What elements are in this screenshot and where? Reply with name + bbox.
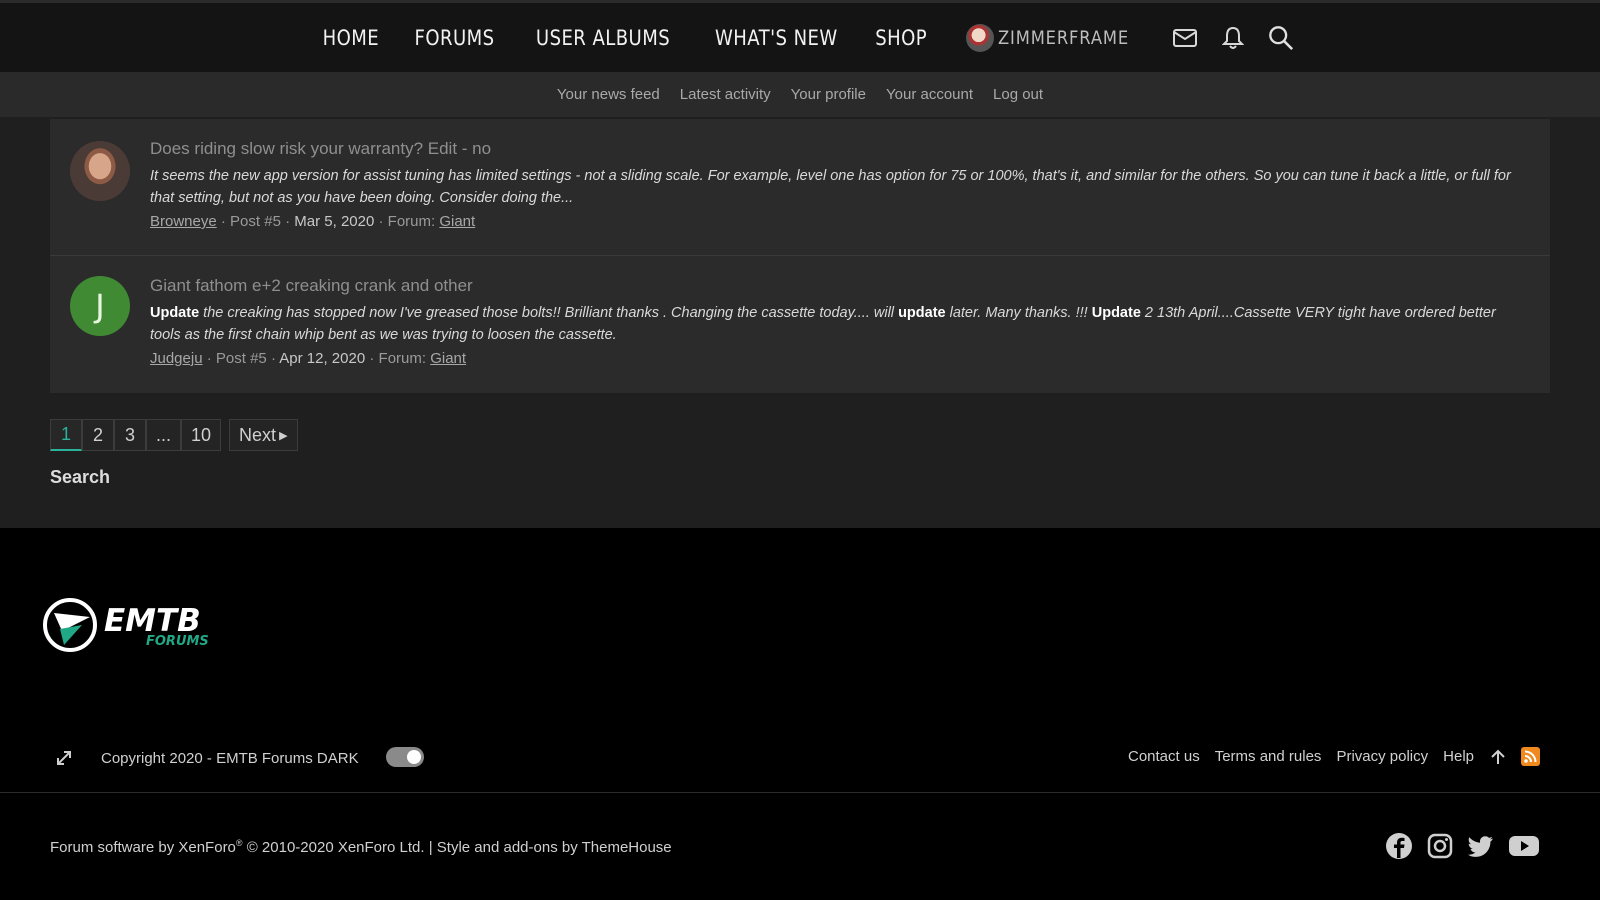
result-forum-link[interactable]: Giant (430, 350, 466, 367)
subnav-log-out[interactable]: Log out (993, 86, 1043, 103)
page-3-button[interactable]: 3 (114, 419, 146, 451)
nav-shop[interactable]: SHOP (876, 26, 928, 50)
search-icon[interactable] (1268, 25, 1294, 51)
page-2-button[interactable]: 2 (82, 419, 114, 451)
result-item: J Giant fathom e+2 creaking crank and ot… (50, 256, 1550, 393)
meta-separator: · (369, 350, 379, 367)
result-meta: Browneye · Post #5 · Mar 5, 2020 · Forum… (150, 213, 1520, 230)
highlight-term: Update (1091, 305, 1141, 321)
next-page-button[interactable]: Next ▶ (229, 419, 298, 451)
registered-mark: ® (235, 838, 243, 848)
pagination: 1 2 3 ... 10 Next ▶ (50, 419, 298, 451)
themehouse-credit[interactable]: © 2010-2020 XenForo Ltd. | Style and add… (243, 839, 672, 856)
result-date: Apr 12, 2020 (279, 350, 366, 367)
subnav-profile[interactable]: Your profile (791, 86, 866, 103)
result-post-number: Post #5 (230, 213, 281, 230)
subnav-latest-activity[interactable]: Latest activity (680, 86, 771, 103)
result-snippet[interactable]: Update the creaking has stopped now I've… (150, 302, 1520, 346)
meta-separator: · (285, 213, 295, 230)
page-jump-button[interactable]: ... (146, 419, 182, 451)
page-10-button[interactable]: 10 (181, 419, 222, 451)
main-nav: HOME FORUMS USER ALBUMS WHAT'S NEW SHOP … (0, 3, 1600, 72)
search-heading[interactable]: Search (50, 467, 110, 488)
result-forum-link[interactable]: Giant (439, 213, 475, 230)
main-content: Does riding slow risk your warranty? Edi… (0, 117, 1600, 528)
user-name: ZIMMERFRAME (997, 26, 1129, 49)
bell-icon[interactable] (1220, 25, 1246, 51)
footer-divider (0, 792, 1600, 793)
footer-bar: Copyright 2020 - EMTB Forums DARK Contac… (0, 742, 1600, 778)
help-link[interactable]: Help (1443, 748, 1474, 765)
snippet-text: later. Many thanks. !!! (945, 305, 1092, 321)
browneye-avatar[interactable] (70, 141, 130, 201)
next-label: Next (239, 424, 277, 445)
footer-links: Contact us Terms and rules Privacy polic… (1113, 747, 1540, 766)
nav-home[interactable]: HOME (323, 26, 380, 50)
result-date: Mar 5, 2020 (294, 213, 375, 230)
meta-separator: · (220, 213, 231, 230)
nav-user-albums[interactable]: USER ALBUMS (536, 26, 670, 50)
user-avatar (965, 23, 994, 52)
result-author[interactable]: Browneye (150, 213, 217, 230)
meta-separator: · (378, 213, 388, 230)
contact-us-link[interactable]: Contact us (1128, 748, 1200, 765)
judgeju-avatar[interactable]: J (70, 276, 130, 336)
highlight-term: Update (150, 305, 200, 321)
top-bar: HOME FORUMS USER ALBUMS WHAT'S NEW SHOP … (0, 0, 1600, 72)
result-item: Does riding slow risk your warranty? Edi… (50, 119, 1550, 256)
xenforo-credit[interactable]: Forum software by XenForo (50, 839, 236, 856)
result-title[interactable]: Giant fathom e+2 creaking crank and othe… (150, 276, 1520, 296)
svg-text:FORUMS: FORUMS (146, 634, 209, 649)
facebook-icon[interactable] (1385, 832, 1413, 860)
result-post-number: Post #5 (215, 350, 267, 367)
software-credit: Forum software by XenForo® © 2010-2020 X… (50, 838, 672, 856)
nav-whats-new[interactable]: WHAT'S NEW (715, 26, 838, 50)
instagram-icon[interactable] (1426, 832, 1454, 860)
youtube-icon[interactable] (1508, 832, 1540, 860)
privacy-link[interactable]: Privacy policy (1336, 748, 1428, 765)
result-body: Giant fathom e+2 creaking crank and othe… (150, 276, 1520, 367)
nav-forums[interactable]: FORUMS (414, 26, 494, 50)
user-menu[interactable]: ZIMMERFRAME (965, 23, 1150, 52)
social-links (1372, 832, 1540, 860)
highlight-term: update (898, 305, 946, 321)
result-snippet[interactable]: It seems the new app version for assist … (150, 165, 1520, 209)
expand-icon[interactable] (54, 748, 74, 768)
dark-mode-toggle[interactable] (386, 747, 424, 767)
result-body: Does riding slow risk your warranty? Edi… (150, 139, 1520, 230)
snippet-text: the creaking has stopped now I've grease… (199, 305, 899, 321)
arrow-up-icon[interactable] (1489, 748, 1507, 766)
result-title[interactable]: Does riding slow risk your warranty? Edi… (150, 139, 1520, 159)
subnav-news-feed[interactable]: Your news feed (557, 86, 660, 103)
account-subnav: Your news feed Latest activity Your prof… (0, 72, 1600, 117)
emtb-logo[interactable]: EMTB FORUMS (42, 595, 232, 655)
page-1-button[interactable]: 1 (50, 419, 82, 451)
terms-link[interactable]: Terms and rules (1215, 748, 1322, 765)
result-meta: Judgeju · Post #5 · Apr 12, 2020 · Forum… (150, 350, 1520, 367)
result-forum-label: Forum: (378, 350, 427, 367)
result-forum-label: Forum: (387, 213, 436, 230)
result-author[interactable]: Judgeju (150, 350, 203, 367)
caret-right-icon: ▶ (279, 429, 288, 442)
search-results: Does riding slow risk your warranty? Edi… (50, 119, 1550, 393)
copyright-text: Copyright 2020 - EMTB Forums DARK (101, 750, 359, 767)
envelope-icon[interactable] (1172, 25, 1198, 51)
meta-separator: · (206, 350, 216, 367)
twitter-icon[interactable] (1467, 832, 1495, 860)
subnav-account[interactable]: Your account (886, 86, 973, 103)
rss-icon[interactable] (1521, 747, 1540, 766)
